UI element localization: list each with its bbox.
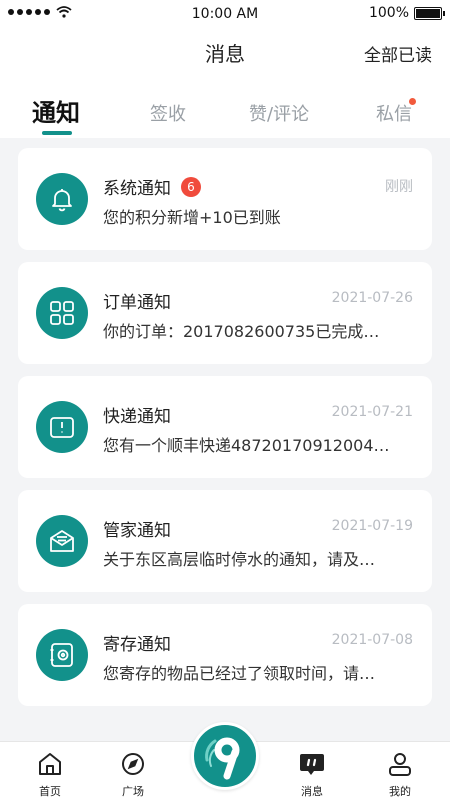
user-icon [389, 753, 411, 776]
notification-title: 寄存通知 [103, 635, 171, 655]
battery-percent: 100% [368, 5, 409, 21]
nav-mine[interactable]: 我的 [370, 742, 430, 800]
compass-icon [122, 753, 144, 775]
battery-icon [414, 6, 445, 20]
message-tabs: 通知 签收 赞/评论 私信 [0, 76, 450, 138]
nav-square[interactable]: 广场 [103, 742, 163, 800]
bell-icon [36, 173, 88, 225]
tab-likes-comments[interactable]: 赞/评论 [249, 76, 309, 138]
tab-notifications[interactable]: 通知 [32, 76, 80, 138]
nav-label: 首页 [39, 785, 61, 798]
notification-card-system[interactable]: 系统通知 6 刚刚 您的积分新增+10已到账 [18, 148, 432, 250]
nav-home[interactable]: 首页 [20, 742, 80, 800]
status-bar: 10:00 AM 100% [0, 0, 450, 28]
notification-time: 刚刚 [385, 179, 413, 195]
notification-card-express[interactable]: 快递通知 2021-07-21 您有一个顺丰快递48720170912004… [18, 376, 432, 478]
notification-time: 2021-07-19 [331, 518, 413, 534]
notification-message: 关于东区高层临时停水的通知，请及… [103, 550, 376, 569]
notification-message: 您的积分新增+10已到账 [103, 208, 281, 227]
home-icon [39, 753, 61, 775]
message-icon [300, 754, 324, 775]
tab-label: 赞/评论 [249, 104, 310, 125]
nav-messages[interactable]: 消息 [282, 742, 342, 800]
notification-time: 2021-07-08 [331, 632, 413, 648]
nav-label: 消息 [301, 785, 323, 798]
notification-time: 2021-07-21 [331, 404, 413, 420]
center-action-button[interactable] [191, 722, 259, 790]
parcel-icon [36, 401, 88, 453]
tab-receipts[interactable]: 签收 [150, 76, 186, 138]
notification-message: 你的订单：2017082600735已完成… [103, 322, 380, 341]
notification-list: 系统通知 6 刚刚 您的积分新增+10已到账 订单通知 2021-07-26 你… [18, 148, 432, 718]
notification-message: 您有一个顺丰快递48720170912004… [103, 436, 390, 455]
notification-card-order[interactable]: 订单通知 2021-07-26 你的订单：2017082600735已完成… [18, 262, 432, 364]
tab-label: 私信 [376, 104, 412, 125]
notification-title: 快递通知 [103, 407, 171, 427]
notification-card-storage[interactable]: 寄存通知 2021-07-08 您寄存的物品已经过了领取时间，请… [18, 604, 432, 706]
notification-message: 您寄存的物品已经过了领取时间，请… [103, 664, 376, 683]
battery-indicator: 100% [368, 5, 445, 21]
notification-title: 系统通知 [103, 179, 171, 199]
safe-icon [36, 629, 88, 681]
tab-label: 通知 [32, 99, 80, 127]
notification-title: 管家通知 [103, 521, 171, 541]
notification-card-butler[interactable]: 管家通知 2021-07-19 关于东区高层临时停水的通知，请及… [18, 490, 432, 592]
app-logo-icon [205, 737, 240, 780]
active-tab-indicator [42, 131, 72, 135]
nav-label: 广场 [122, 785, 144, 798]
unread-dot [409, 98, 416, 105]
tab-private-messages[interactable]: 私信 [376, 76, 416, 138]
page-header: 消息 全部已读 [0, 28, 450, 76]
unread-count-badge: 6 [181, 176, 201, 197]
mark-all-read-button[interactable]: 全部已读 [364, 41, 432, 66]
grid-icon [36, 287, 88, 339]
nav-label: 我的 [389, 785, 411, 798]
mail-icon [36, 515, 88, 567]
tab-label: 签收 [150, 104, 186, 125]
notification-title: 订单通知 [103, 293, 171, 313]
notification-time: 2021-07-26 [331, 290, 413, 306]
